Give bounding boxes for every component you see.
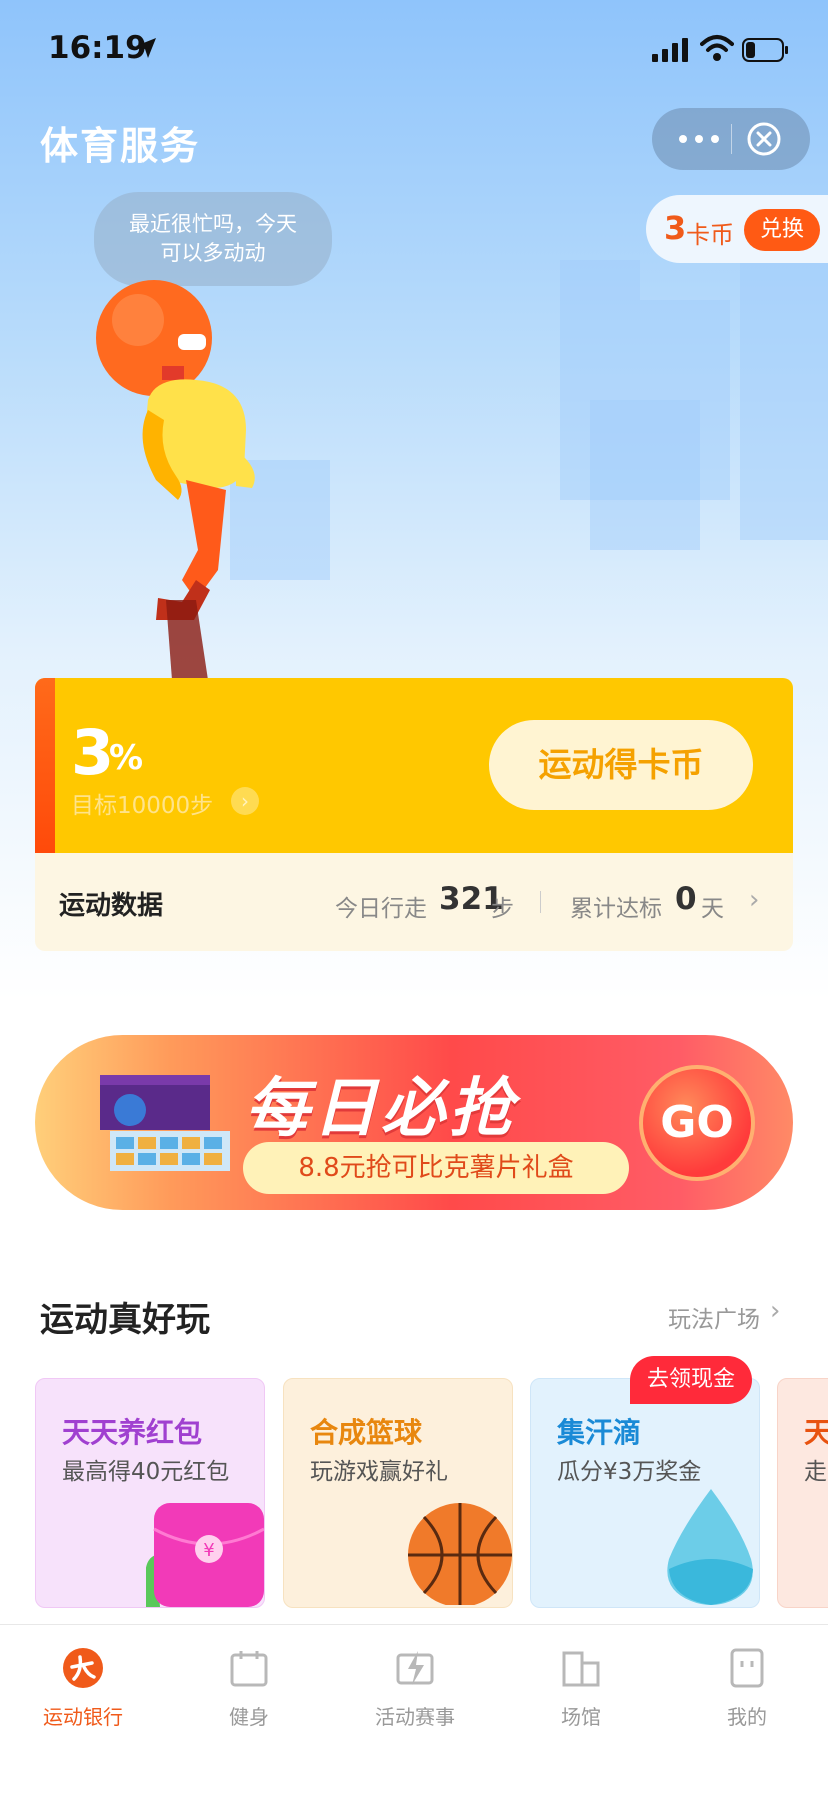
today-steps-label: 今日行走 <box>335 896 427 922</box>
red-packet-icon: ¥ <box>146 1503 264 1607</box>
wifi-icon <box>700 35 734 61</box>
game-title: 天 <box>804 1411 828 1451</box>
play-square-link[interactable]: 玩法广场 <box>668 1300 760 1334</box>
close-icon[interactable] <box>746 121 782 157</box>
tab-label: 健身 <box>229 1705 269 1729</box>
game-subtitle: 玩游戏赢好礼 <box>310 1459 448 1485</box>
svg-text:¥: ¥ <box>203 1540 214 1561</box>
page-title: 体育服务 <box>40 124 201 168</box>
background-building <box>740 240 828 540</box>
chevron-right-icon[interactable]: › <box>770 1296 780 1326</box>
go-button[interactable]: GO <box>639 1065 755 1181</box>
tab-label: 我的 <box>727 1705 767 1729</box>
speech-bubble: 最近很忙吗，今天 可以多动动 <box>94 192 332 286</box>
status-bar: 16:19 <box>0 0 828 100</box>
tab-label: 运动银行 <box>43 1705 123 1729</box>
battery-icon <box>742 38 788 62</box>
background-building <box>590 400 700 550</box>
total-days-value: 0 <box>675 881 697 917</box>
chevron-right-icon[interactable]: › <box>231 787 259 815</box>
game-card-sweat-drops[interactable]: 集汗滴 瓜分¥3万奖金 <box>530 1378 760 1608</box>
tab-profile[interactable]: 我的 <box>664 1625 828 1745</box>
cash-badge: 去领现金 <box>630 1356 752 1404</box>
speech-bubble-text: 最近很忙吗，今天 可以多动动 <box>94 210 332 268</box>
game-card-basketball[interactable]: 合成篮球 玩游戏赢好礼 <box>283 1378 513 1608</box>
goal-target[interactable]: 目标10000步 <box>71 786 213 820</box>
game-subtitle: 瓜分¥3万奖金 <box>557 1459 702 1485</box>
tab-sport-bank[interactable]: 运动银行 <box>0 1625 166 1745</box>
game-subtitle: 走 <box>804 1459 827 1485</box>
today-steps-unit: 步 <box>491 896 514 922</box>
tab-label: 场馆 <box>561 1705 601 1729</box>
stat-divider <box>540 891 541 913</box>
status-time: 16:19 <box>48 30 147 66</box>
section-title: 运动真好玩 <box>40 1300 210 1340</box>
chevron-right-icon: › <box>749 885 760 915</box>
step-goal-card: 3 % 目标10000步 › 运动得卡币 <box>35 678 793 853</box>
goal-percent: 3 <box>71 716 115 789</box>
coin-balance: 3 卡币 兑换 <box>646 195 828 263</box>
goal-percent-sign: % <box>109 738 144 778</box>
calendar-icon <box>230 1651 268 1687</box>
miniprogram-capsule <box>652 108 810 170</box>
exchange-button[interactable]: 兑换 <box>744 209 820 251</box>
sport-bank-icon <box>63 1648 103 1688</box>
basketball-icon <box>408 1503 512 1605</box>
gift-box-image <box>100 1075 230 1171</box>
more-options-icon[interactable] <box>674 128 724 150</box>
sport-data-row[interactable]: 运动数据 今日行走 321 步 累计达标 0 天 › <box>35 853 793 951</box>
location-arrow-icon <box>136 38 156 58</box>
speech-bubble-line: 最近很忙吗，今天 <box>129 212 297 236</box>
game-card-red-packet[interactable]: 天天养红包 最高得40元红包 ¥ <box>35 1378 265 1608</box>
game-title: 天天养红包 <box>62 1416 203 1449</box>
coin-count: 3 <box>664 209 687 247</box>
tab-events[interactable]: 活动赛事 <box>332 1625 498 1745</box>
mascot-illustration <box>96 280 255 680</box>
banner-title: 每日必抢 <box>245 1072 517 1146</box>
cellular-signal-icon <box>652 38 688 62</box>
coin-unit: 卡币 <box>686 221 734 249</box>
game-card-partial[interactable]: 天 走 <box>777 1378 828 1608</box>
water-drop-icon <box>667 1489 753 1605</box>
tab-venues[interactable]: 场馆 <box>498 1625 664 1745</box>
capsule-divider <box>731 124 732 154</box>
total-days-unit: 天 <box>701 896 724 922</box>
tab-label: 活动赛事 <box>375 1705 455 1729</box>
total-days-label: 累计达标 <box>570 896 662 922</box>
daily-deal-banner[interactable]: 每日必抢 8.8元抢可比克薯片礼盒 GO <box>35 1035 793 1210</box>
tab-fitness[interactable]: 健身 <box>166 1625 332 1745</box>
goal-progress-bar <box>35 678 55 853</box>
lightning-icon <box>396 1651 434 1685</box>
earn-coins-button[interactable]: 运动得卡币 <box>489 720 753 810</box>
game-title: 合成篮球 <box>310 1416 423 1449</box>
bottom-tab-bar: 运动银行 健身 活动赛事 场馆 我的 <box>0 1624 828 1793</box>
game-subtitle: 最高得40元红包 <box>62 1459 230 1485</box>
game-title: 集汗滴 <box>557 1416 642 1449</box>
banner-subtitle: 8.8元抢可比克薯片礼盒 <box>243 1142 629 1194</box>
building-icon <box>562 1651 600 1687</box>
sport-data-title: 运动数据 <box>59 891 164 921</box>
profile-icon <box>730 1648 764 1688</box>
speech-bubble-line: 可以多动动 <box>160 241 266 265</box>
